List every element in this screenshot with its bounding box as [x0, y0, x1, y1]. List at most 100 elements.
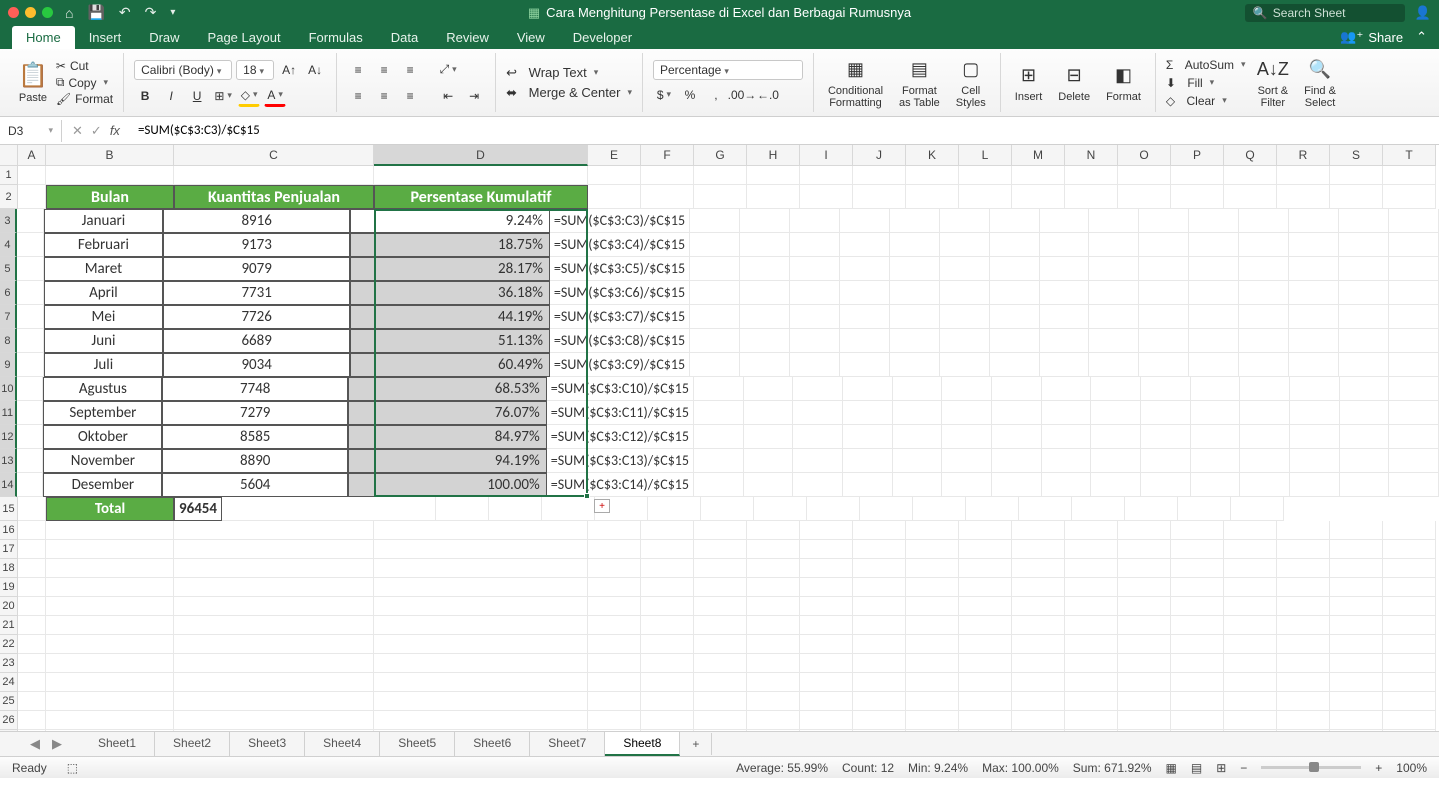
cell-P23[interactable] — [1171, 654, 1224, 673]
cell-H23[interactable] — [747, 654, 800, 673]
cell-O8[interactable] — [1139, 329, 1189, 353]
row-header-20[interactable]: 20 — [0, 597, 18, 616]
cell-D5[interactable]: 28.17% — [350, 257, 550, 281]
align-left-icon[interactable]: ≡ — [347, 85, 369, 107]
cell-O12[interactable] — [1141, 425, 1191, 449]
cell-F18[interactable] — [641, 559, 694, 578]
cell-S24[interactable] — [1330, 673, 1383, 692]
underline-button[interactable]: U — [186, 85, 208, 107]
cell-C9[interactable]: 9034 — [163, 353, 350, 377]
cell-T10[interactable] — [1389, 377, 1439, 401]
cell-T8[interactable] — [1389, 329, 1439, 353]
cell-E6[interactable]: =SUM($C$3:C6)/$C$15 — [550, 281, 690, 305]
cell-H10[interactable] — [793, 377, 843, 401]
cell-R20[interactable] — [1277, 597, 1330, 616]
cell-C23[interactable] — [174, 654, 374, 673]
cell-M6[interactable] — [1040, 281, 1090, 305]
font-color-button[interactable]: A — [264, 85, 286, 107]
cell-B9[interactable]: Juli — [44, 353, 164, 377]
cell-O5[interactable] — [1139, 257, 1189, 281]
cell-B2[interactable]: Bulan — [46, 185, 174, 209]
cell-B13[interactable]: November — [43, 449, 162, 473]
cell-C11[interactable]: 7279 — [162, 401, 348, 425]
col-header-T[interactable]: T — [1383, 145, 1436, 166]
cell-L11[interactable] — [992, 401, 1042, 425]
cell-P27[interactable] — [1171, 730, 1224, 731]
col-header-J[interactable]: J — [853, 145, 906, 166]
cell-T22[interactable] — [1383, 635, 1436, 654]
cell-P3[interactable] — [1189, 209, 1239, 233]
cell-H16[interactable] — [747, 521, 800, 540]
cell-Q11[interactable] — [1240, 401, 1290, 425]
col-header-G[interactable]: G — [694, 145, 747, 166]
cell-G19[interactable] — [694, 578, 747, 597]
cell-D13[interactable]: 94.19% — [348, 449, 547, 473]
cell-L12[interactable] — [992, 425, 1042, 449]
cell-I4[interactable] — [840, 233, 890, 257]
cell-R6[interactable] — [1289, 281, 1339, 305]
cell-H3[interactable] — [790, 209, 840, 233]
font-name-select[interactable]: Calibri (Body) — [134, 60, 232, 80]
cell-F2[interactable] — [641, 185, 694, 209]
cell-B4[interactable]: Februari — [44, 233, 164, 257]
cell-F24[interactable] — [641, 673, 694, 692]
cell-T27[interactable] — [1383, 730, 1436, 731]
cell-M12[interactable] — [1042, 425, 1092, 449]
tab-formulas[interactable]: Formulas — [295, 26, 377, 49]
cell-S15[interactable] — [1178, 497, 1231, 521]
cell-T16[interactable] — [1383, 521, 1436, 540]
cell-E14[interactable]: =SUM($C$3:C14)/$C$15 — [547, 473, 694, 497]
cell-P25[interactable] — [1171, 692, 1224, 711]
save-icon[interactable]: 💾 — [87, 4, 104, 21]
cell-I3[interactable] — [840, 209, 890, 233]
row-header-15[interactable]: 15 — [0, 497, 18, 521]
cell-E3[interactable]: =SUM($C$3:C3)/$C$15 — [550, 209, 690, 233]
cell-B23[interactable] — [46, 654, 174, 673]
cell-K23[interactable] — [906, 654, 959, 673]
cell-C17[interactable] — [174, 540, 374, 559]
minimize-window-icon[interactable] — [25, 7, 36, 18]
cell-B22[interactable] — [46, 635, 174, 654]
cell-C25[interactable] — [174, 692, 374, 711]
cell-M9[interactable] — [1040, 353, 1090, 377]
cell-S16[interactable] — [1330, 521, 1383, 540]
cell-Q7[interactable] — [1239, 305, 1289, 329]
cell-I5[interactable] — [840, 257, 890, 281]
increase-font-icon[interactable]: A↑ — [278, 59, 300, 81]
cell-K21[interactable] — [906, 616, 959, 635]
cell-M27[interactable] — [1012, 730, 1065, 731]
cell-L25[interactable] — [959, 692, 1012, 711]
cell-R10[interactable] — [1290, 377, 1340, 401]
cell-J6[interactable] — [890, 281, 940, 305]
cell-K18[interactable] — [906, 559, 959, 578]
cell-R16[interactable] — [1277, 521, 1330, 540]
cell-M7[interactable] — [1040, 305, 1090, 329]
cell-O25[interactable] — [1118, 692, 1171, 711]
delete-cells-button[interactable]: ⊟Delete — [1054, 63, 1094, 103]
cell-T15[interactable] — [1231, 497, 1284, 521]
cell-D12[interactable]: 84.97% — [348, 425, 547, 449]
cell-E23[interactable] — [588, 654, 641, 673]
cell-J14[interactable] — [893, 473, 943, 497]
cell-E11[interactable]: =SUM($C$3:C11)/$C$15 — [547, 401, 694, 425]
row-header-9[interactable]: 9 — [0, 353, 17, 377]
cell-C26[interactable] — [174, 711, 374, 730]
sheet-tab-sheet1[interactable]: Sheet1 — [80, 732, 155, 756]
cell-Q27[interactable] — [1224, 730, 1277, 731]
cell-H27[interactable] — [747, 730, 800, 731]
cell-T26[interactable] — [1383, 711, 1436, 730]
cell-T25[interactable] — [1383, 692, 1436, 711]
view-pagelayout-icon[interactable]: ▤ — [1191, 761, 1202, 775]
cell-J12[interactable] — [893, 425, 943, 449]
cell-N27[interactable] — [1065, 730, 1118, 731]
cell-O22[interactable] — [1118, 635, 1171, 654]
cell-N6[interactable] — [1089, 281, 1139, 305]
paste-button[interactable]: 📋 Paste — [18, 61, 48, 104]
cell-T14[interactable] — [1389, 473, 1439, 497]
cell-S19[interactable] — [1330, 578, 1383, 597]
percent-format-button[interactable]: % — [679, 84, 701, 106]
cell-S23[interactable] — [1330, 654, 1383, 673]
cell-D25[interactable] — [374, 692, 588, 711]
cell-P6[interactable] — [1189, 281, 1239, 305]
cell-M16[interactable] — [1012, 521, 1065, 540]
